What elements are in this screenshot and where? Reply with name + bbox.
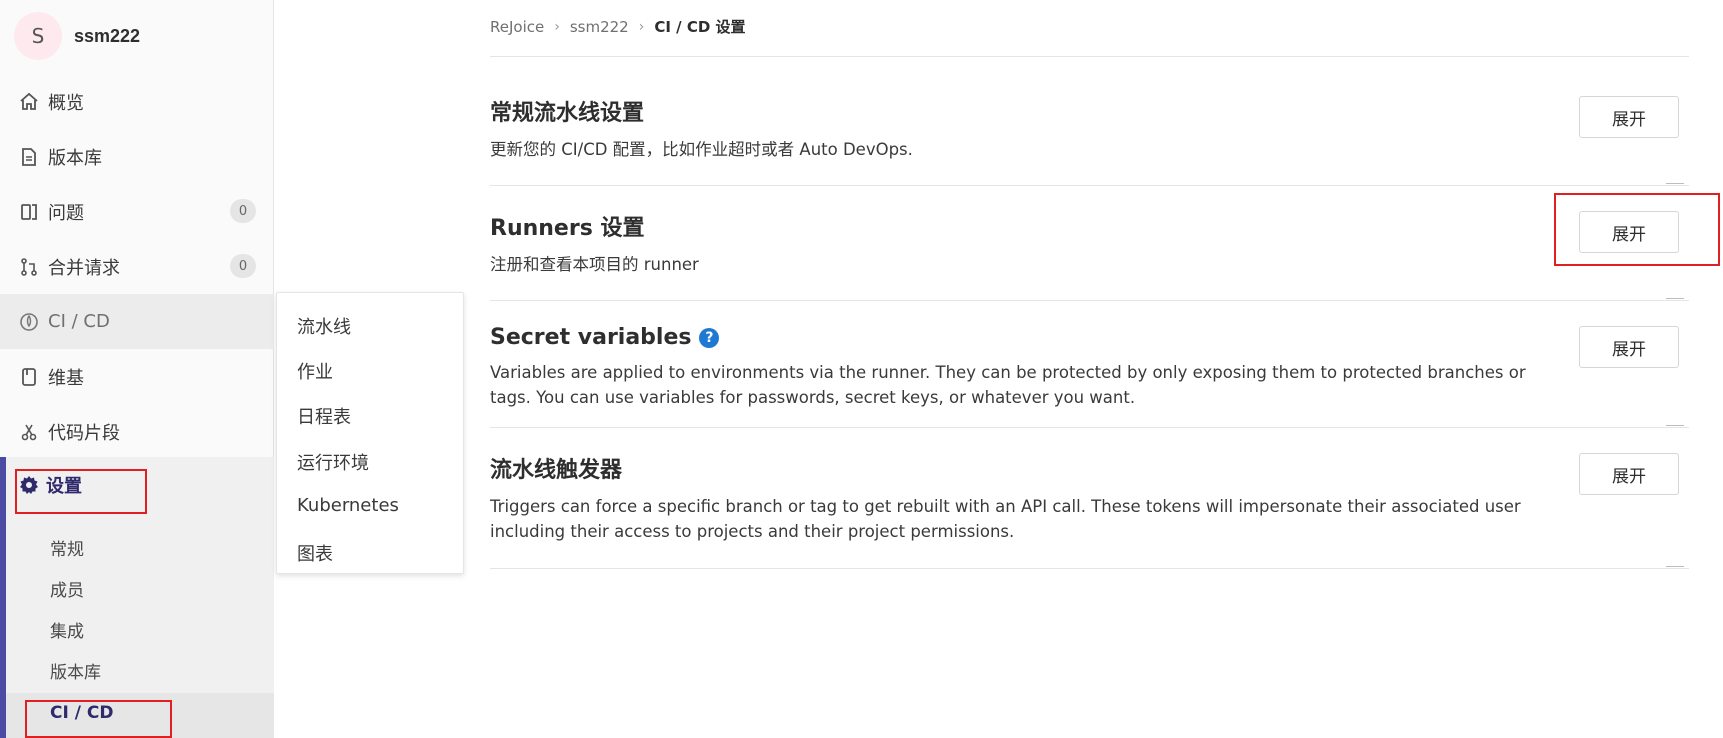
section-divider: [490, 300, 1689, 301]
section-divider: [490, 185, 1689, 186]
sidebar-item-label: 维基: [48, 367, 84, 389]
settings-highlight-box: [15, 469, 147, 514]
sidebar-item-label: 概览: [48, 92, 84, 114]
sidebar-item-merge-requests[interactable]: 合并请求 0: [0, 239, 274, 294]
breadcrumb-current[interactable]: CI / CD 设置: [654, 16, 745, 37]
doc-icon: [18, 146, 40, 168]
chevron-right-icon: ›: [638, 18, 645, 35]
section-divider-tick: [1666, 566, 1684, 567]
rocket-icon: [18, 311, 40, 333]
sidebar-item-issues[interactable]: 问题 0: [0, 184, 274, 239]
sidebar-item-ci-cd[interactable]: CI / CD: [0, 294, 274, 349]
section-divider-tick: [1666, 183, 1684, 184]
expand-pipeline-triggers-button[interactable]: 展开: [1579, 453, 1679, 495]
help-icon[interactable]: ?: [699, 327, 720, 348]
sidebar-item-label: 代码片段: [48, 422, 120, 444]
breadcrumb: ReJoice › ssm222 › CI / CD 设置: [490, 16, 746, 37]
runners-section: Runners 设置 注册和查看本项目的 runner: [490, 210, 1689, 277]
sidebar-item-label: 合并请求: [48, 257, 120, 279]
ci-cd-flyout-menu: 流水线 作业 日程表 运行环境 Kubernetes 图表: [276, 292, 464, 574]
section-description: Triggers can force a specific branch or …: [490, 497, 1521, 541]
sidebar-item-snippets[interactable]: 代码片段: [0, 404, 274, 459]
sidebar-item-overview[interactable]: 概览: [0, 74, 274, 129]
general-pipelines-section: 常规流水线设置 更新您的 CI/CD 配置，比如作业超时或者 Auto DevO…: [490, 95, 1689, 162]
pipeline-triggers-section: 流水线触发器 Triggers can force a specific bra…: [490, 452, 1689, 544]
avatar: S: [14, 12, 62, 60]
section-divider: [490, 568, 1689, 569]
settings-sub-integrations[interactable]: 集成: [50, 617, 84, 642]
section-divider-tick: [1666, 298, 1684, 299]
section-title: 常规流水线设置: [490, 101, 645, 126]
book-icon: [18, 366, 40, 388]
sidebar: S ssm222 概览 版本库 问题 0 合并请求 0 CI / CD 维基 代…: [0, 0, 274, 738]
section-description: Variables are applied to environments vi…: [490, 363, 1526, 407]
project-name: ssm222: [74, 25, 141, 46]
sidebar-item-repository[interactable]: 版本库: [0, 129, 274, 184]
section-divider: [490, 427, 1689, 428]
expand-secret-variables-button[interactable]: 展开: [1579, 326, 1679, 368]
flyout-item-pipelines[interactable]: 流水线: [297, 313, 351, 339]
section-title: Runners 设置: [490, 216, 645, 241]
chevron-right-icon: ›: [554, 18, 560, 35]
home-icon: [18, 91, 40, 113]
scissors-icon: [18, 421, 40, 443]
flyout-item-kubernetes[interactable]: Kubernetes: [297, 495, 399, 516]
merge-requests-count-badge: 0: [230, 254, 256, 278]
settings-sub-repository[interactable]: 版本库: [50, 658, 101, 683]
expand-runners-button[interactable]: 展开: [1579, 211, 1679, 253]
section-description: 更新您的 CI/CD 配置，比如作业超时或者 Auto DevOps.: [490, 140, 913, 159]
ci-cd-subitem-highlight-box: [25, 700, 172, 738]
issues-icon: [18, 201, 40, 223]
section-title-row: Secret variables ?: [490, 325, 1689, 350]
issues-count-badge: 0: [230, 199, 256, 223]
sidebar-item-label: 版本库: [48, 147, 102, 169]
flyout-item-charts[interactable]: 图表: [297, 540, 333, 566]
section-title: Secret variables: [490, 325, 692, 350]
sidebar-item-label: CI / CD: [48, 311, 110, 332]
settings-sub-members[interactable]: 成员: [50, 576, 84, 601]
project-header[interactable]: S ssm222: [14, 12, 140, 60]
section-title: 流水线触发器: [490, 458, 623, 483]
expand-general-pipelines-button[interactable]: 展开: [1579, 96, 1679, 138]
flyout-item-schedules[interactable]: 日程表: [297, 403, 351, 429]
breadcrumb-group[interactable]: ReJoice: [490, 18, 544, 36]
section-description: 注册和查看本项目的 runner: [490, 255, 699, 274]
merge-request-icon: [18, 256, 40, 278]
settings-sub-general[interactable]: 常规: [50, 535, 84, 560]
secret-variables-section: Secret variables ? Variables are applied…: [490, 325, 1689, 410]
sidebar-item-wiki[interactable]: 维基: [0, 349, 274, 404]
flyout-item-environments[interactable]: 运行环境: [297, 449, 369, 475]
breadcrumb-divider: [490, 56, 1689, 57]
sidebar-item-label: 问题: [48, 202, 84, 224]
breadcrumb-project[interactable]: ssm222: [570, 18, 629, 36]
section-divider-tick: [1666, 425, 1684, 426]
flyout-item-jobs[interactable]: 作业: [297, 358, 333, 384]
